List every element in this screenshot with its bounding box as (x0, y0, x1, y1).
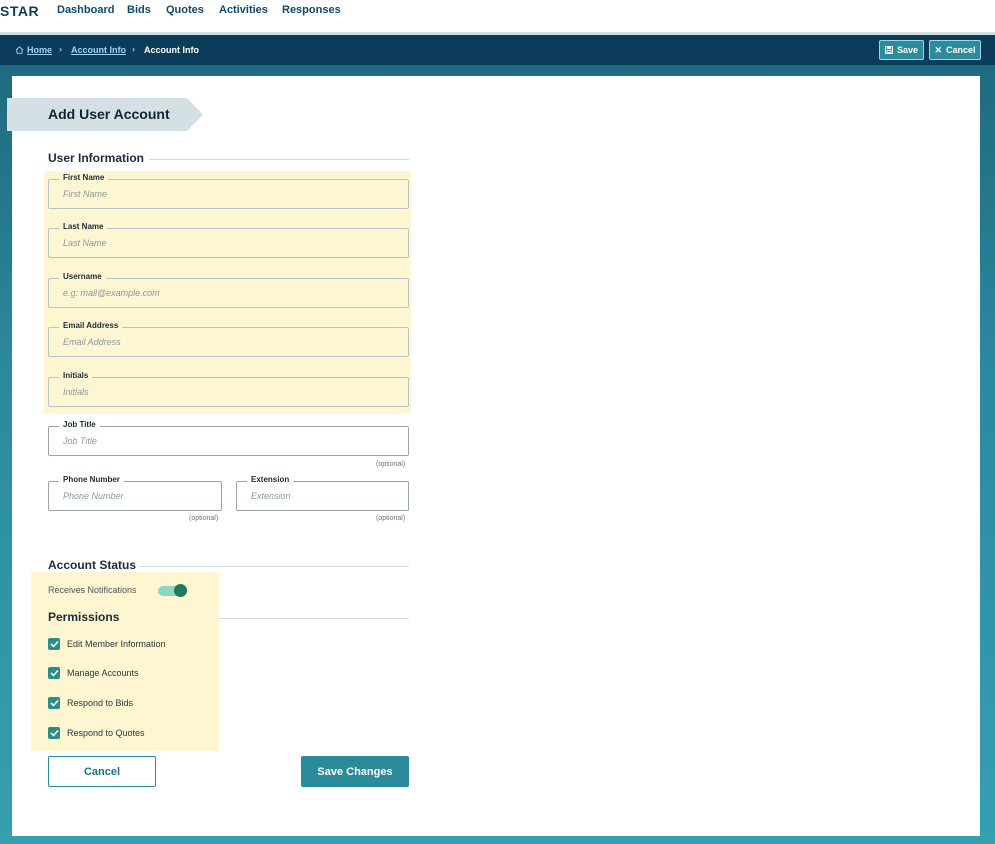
highlight-permissions (31, 572, 219, 751)
section-divider (139, 566, 409, 567)
permission-row: Edit Member Information (48, 638, 166, 650)
cancel-button[interactable]: Cancel (48, 756, 156, 787)
extension-field: Extension (236, 475, 409, 511)
page-title: Add User Account (48, 106, 170, 122)
first-name-input[interactable] (63, 180, 400, 208)
checkmark-icon (49, 640, 59, 648)
header-cancel-label: Cancel (946, 45, 976, 55)
nav-quotes[interactable]: Quotes (166, 4, 204, 16)
username-field: Username (48, 272, 409, 308)
respond-to-bids-checkbox[interactable] (48, 697, 60, 709)
home-icon[interactable] (15, 46, 24, 54)
nav-bids[interactable]: Bids (127, 4, 151, 16)
phone-number-field: Phone Number (48, 475, 222, 511)
nav-activities[interactable]: Activities (219, 4, 268, 16)
edit-member-information-checkbox[interactable] (48, 638, 60, 650)
breadcrumb-chevron-icon: › (59, 44, 62, 54)
nav-dashboard[interactable]: Dashboard (57, 4, 114, 16)
last-name-field: Last Name (48, 222, 409, 258)
breadcrumb-bar: Home › Account Info › Account Info Save … (0, 35, 995, 65)
initials-input[interactable] (63, 378, 400, 406)
breadcrumb-home[interactable]: Home (27, 45, 52, 55)
job-title-input[interactable] (63, 427, 400, 455)
job-title-optional-note: (optional) (376, 461, 406, 468)
permission-row: Respond to Quotes (48, 727, 145, 739)
breadcrumb-chevron-icon: › (132, 44, 135, 54)
section-divider (149, 159, 409, 160)
save-changes-button[interactable]: Save Changes (301, 756, 409, 787)
respond-to-quotes-checkbox[interactable] (48, 727, 60, 739)
breadcrumb-current: Account Info (144, 45, 199, 55)
top-navigation: STAR Dashboard Bids Quotes Activities Re… (0, 0, 995, 32)
manage-accounts-label: Manage Accounts (67, 668, 139, 678)
header-cancel-button[interactable]: ✕ Cancel (929, 40, 981, 60)
save-icon (884, 46, 893, 54)
email-address-field: Email Address (48, 321, 409, 357)
last-name-input[interactable] (63, 229, 400, 257)
permissions-heading: Permissions (48, 610, 120, 624)
permission-row: Respond to Bids (48, 697, 133, 709)
checkmark-icon (49, 729, 59, 737)
account-status-heading: Account Status (48, 558, 137, 572)
first-name-field: First Name (48, 173, 409, 209)
phone-optional-note: (optional) (189, 515, 219, 522)
user-information-heading: User Information (48, 151, 145, 165)
receives-notifications-label: Receives Notifications (48, 585, 137, 595)
receives-notifications-toggle[interactable] (158, 584, 187, 597)
username-input[interactable] (63, 279, 400, 307)
respond-to-quotes-label: Respond to Quotes (67, 728, 145, 738)
toggle-knob (174, 584, 187, 597)
brand-logo[interactable]: STAR (0, 3, 39, 19)
email-address-input[interactable] (63, 328, 400, 356)
phone-number-input[interactable] (63, 482, 213, 510)
initials-field: Initials (48, 371, 409, 407)
breadcrumb-account-info[interactable]: Account Info (71, 45, 126, 55)
manage-accounts-checkbox[interactable] (48, 667, 60, 679)
extension-optional-note: (optional) (376, 515, 406, 522)
respond-to-bids-label: Respond to Bids (67, 698, 134, 708)
permission-row: Manage Accounts (48, 667, 139, 679)
checkmark-icon (49, 699, 59, 707)
extension-input[interactable] (251, 482, 400, 510)
nav-responses[interactable]: Responses (282, 4, 341, 16)
job-title-field: Job Title (48, 420, 409, 456)
close-icon: ✕ (934, 44, 943, 55)
header-save-label: Save (896, 45, 919, 55)
edit-member-information-label: Edit Member Information (67, 639, 166, 649)
header-save-button[interactable]: Save (879, 40, 924, 60)
section-divider (218, 618, 409, 619)
checkmark-icon (49, 669, 59, 677)
